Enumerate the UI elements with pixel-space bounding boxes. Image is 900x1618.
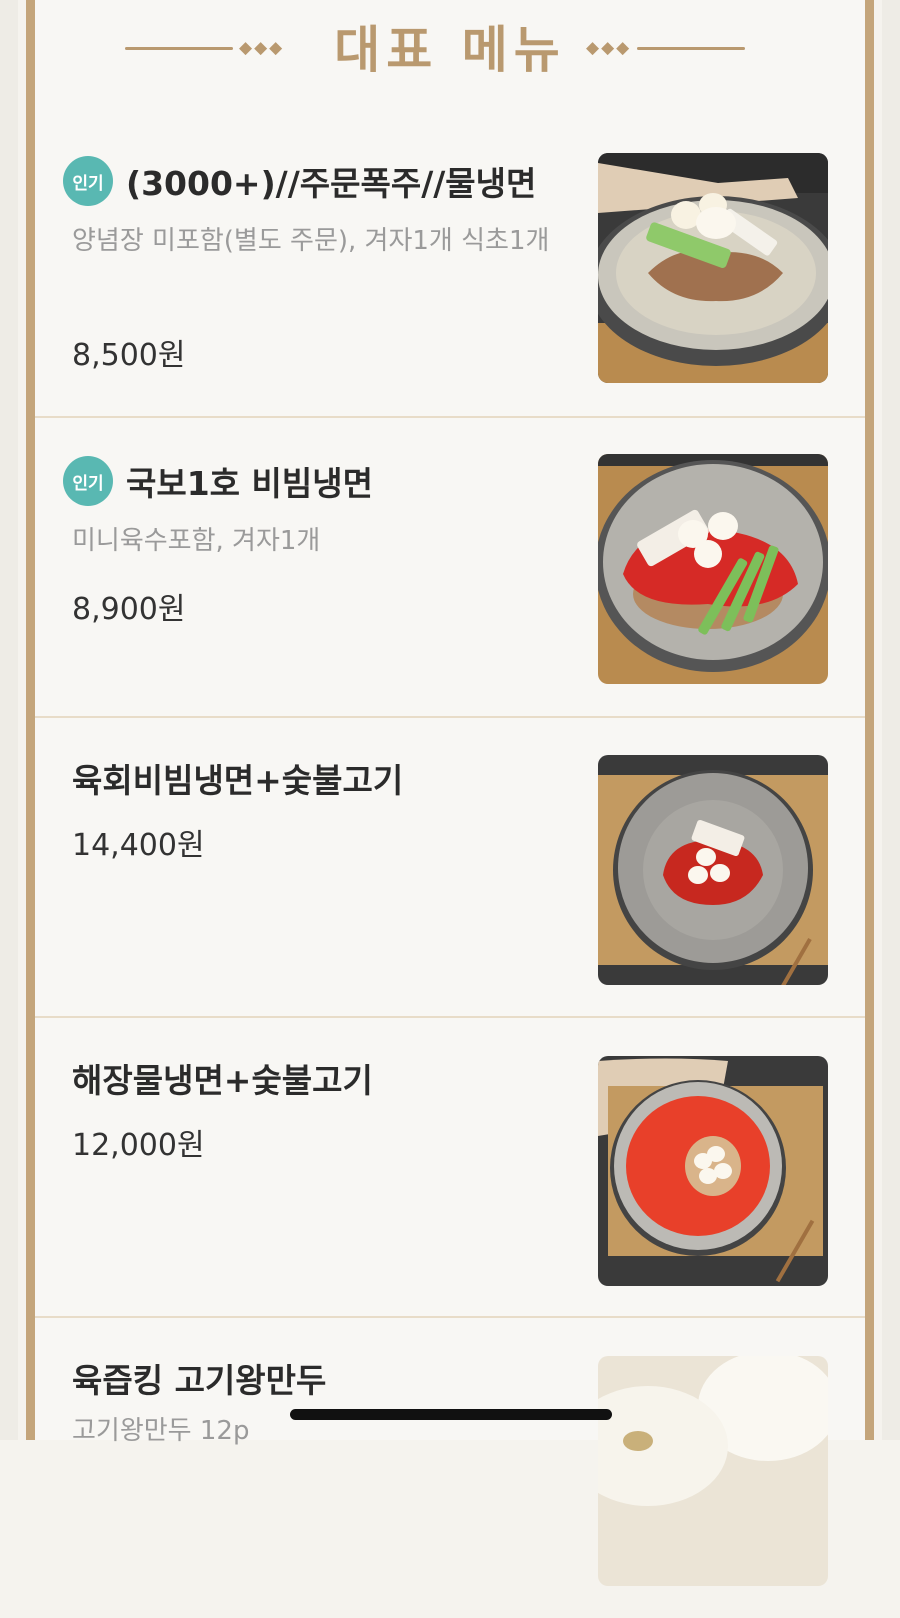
item-title-row: 인기 국보1호 비빔냉면 bbox=[63, 456, 373, 506]
item-title-row: 육즙킹 고기왕만두 bbox=[63, 1354, 326, 1402]
item-description: 미니육수포함, 겨자1개 bbox=[72, 526, 321, 556]
menu-item[interactable]: 인기 (3000+)//주문폭주//물냉면 양념장 미포함(별도 주문), 겨자… bbox=[35, 118, 865, 418]
item-description: 양념장 미포함(별도 주문), 겨자1개 식초1개 bbox=[72, 226, 550, 256]
outer-margin-left bbox=[0, 0, 18, 1440]
ornament-line bbox=[637, 46, 746, 50]
mul-naengmyeon-photo[interactable] bbox=[598, 153, 828, 383]
yukhoe-bibim-naengmyeon-photo[interactable] bbox=[598, 755, 828, 985]
popular-badge: 인기 bbox=[63, 156, 113, 206]
menu-item[interactable]: 인기 국보1호 비빔냉면 미니육수포함, 겨자1개 8,900원 bbox=[35, 418, 865, 718]
section-header: ◆◆◆ 대표 메뉴 ◆◆◆ bbox=[35, 0, 865, 110]
item-name: 해장물냉면+숯불고기 bbox=[72, 1061, 373, 1100]
mandu-photo[interactable] bbox=[598, 1356, 828, 1586]
item-name: 육즙킹 고기왕만두 bbox=[72, 1361, 327, 1400]
popular-badge: 인기 bbox=[63, 456, 113, 506]
header-ornament-right: ◆◆◆ bbox=[580, 38, 746, 58]
item-price: 12,000원 bbox=[72, 1128, 205, 1163]
outer-margin-right bbox=[882, 0, 900, 1440]
item-name: 국보1호 비빔냉면 bbox=[126, 464, 373, 503]
item-price: 14,400원 bbox=[72, 828, 205, 863]
item-title-row: 육회비빔냉면+숯불고기 bbox=[63, 754, 403, 802]
menu-item[interactable]: 해장물냉면+숯불고기 12,000원 bbox=[35, 1018, 865, 1318]
haejang-mul-naengmyeon-photo[interactable] bbox=[598, 1056, 828, 1286]
menu-item[interactable]: 육즙킹 고기왕만두 고기왕만두 12p bbox=[35, 1318, 865, 1618]
item-title-row: 해장물냉면+숯불고기 bbox=[63, 1054, 373, 1102]
item-title-row: 인기 (3000+)//주문폭주//물냉면 bbox=[63, 156, 536, 206]
home-indicator[interactable] bbox=[290, 1409, 612, 1420]
menu-item[interactable]: 육회비빔냉면+숯불고기 14,400원 bbox=[35, 718, 865, 1018]
item-price: 8,500원 bbox=[72, 338, 186, 373]
item-name: 육회비빔냉면+숯불고기 bbox=[72, 761, 404, 800]
menu-content: ◆◆◆ 대표 메뉴 ◆◆◆ 인기 (3000+)//주문폭주//물냉면 양념장 … bbox=[35, 0, 865, 1586]
bibim-naengmyeon-photo[interactable] bbox=[598, 454, 828, 684]
item-name: (3000+)//주문폭주//물냉면 bbox=[126, 164, 537, 203]
diamond-ornament-icon: ◆◆◆ bbox=[586, 38, 632, 58]
item-price: 8,900원 bbox=[72, 592, 186, 627]
